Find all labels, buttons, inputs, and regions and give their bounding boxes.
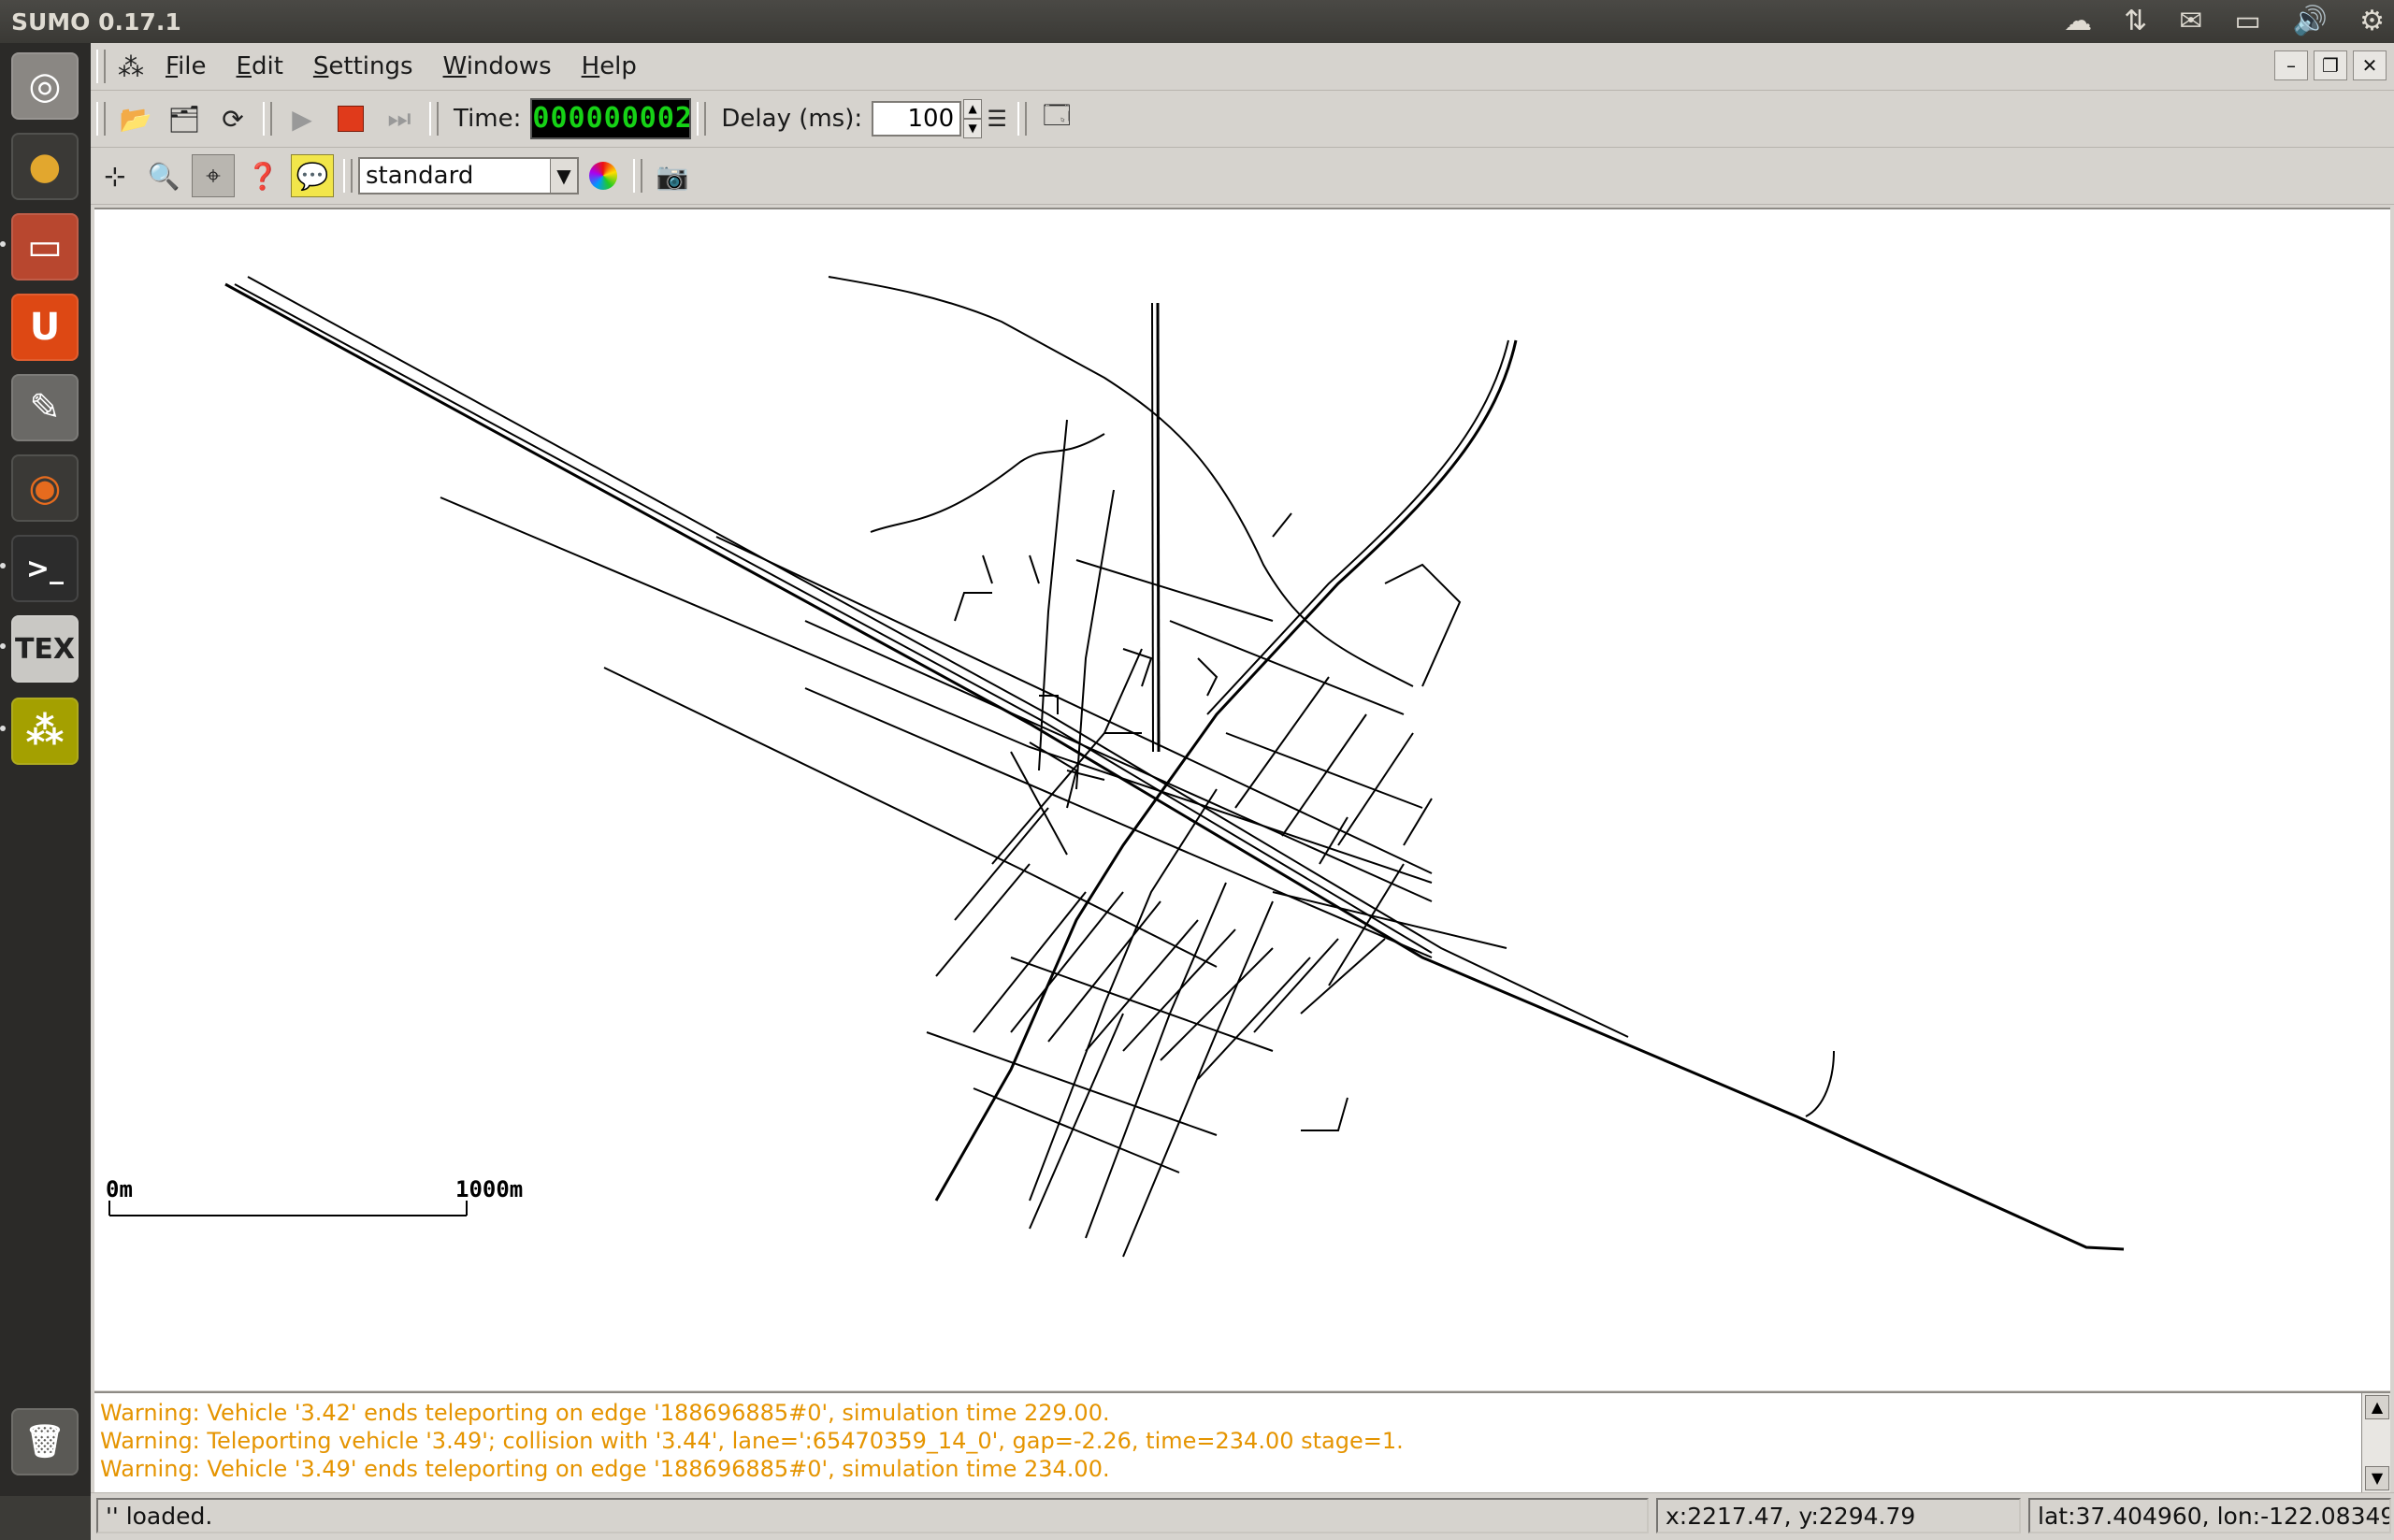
menu-settings[interactable]: Settings xyxy=(298,43,428,90)
firefox-icon[interactable]: ◉ xyxy=(11,454,79,522)
chrome-icon[interactable]: ● xyxy=(11,133,79,200)
network-view-canvas[interactable]: 0m 1000m xyxy=(94,208,2390,1390)
color-scheme-value: standard xyxy=(366,162,474,190)
screenshot-camera-icon[interactable]: 📷 xyxy=(652,155,693,196)
network-transfer-icon[interactable]: ⇅ xyxy=(2124,0,2147,43)
simulation-toolbar: 📂 🗂 ⟳ ▶ ⏭ Time: 00000000291 Delay (ms): … xyxy=(91,91,2394,148)
sumo-main-window: ⁂ File Edit Settings Windows Help – ❐ ✕ … xyxy=(91,43,2394,1540)
dash-home-icon[interactable]: ◎ xyxy=(11,52,79,120)
road-network-map[interactable]: 0m 1000m xyxy=(94,209,2390,1390)
recenter-view-icon[interactable]: ⊹ xyxy=(94,155,136,196)
menu-windows[interactable]: Windows xyxy=(428,43,567,90)
restore-icon[interactable]: ❐ xyxy=(2314,50,2347,80)
new-view-icon[interactable]: 🗔 xyxy=(1036,98,1077,139)
delay-slider-icon[interactable]: ☰ xyxy=(986,98,1008,139)
reload-icon[interactable]: ⟳ xyxy=(212,98,253,139)
log-line: Warning: Vehicle '3.49' ends teleporting… xyxy=(100,1456,1110,1482)
ubuntu-one-icon[interactable]: ☁ xyxy=(2064,0,2092,43)
cursor-latlon-readout: lat:37.404960, lon:-122.08349 xyxy=(2028,1498,2391,1533)
toolbar-grip[interactable] xyxy=(697,102,707,136)
status-message: '' loaded. xyxy=(96,1498,1649,1533)
minimize-icon[interactable]: – xyxy=(2274,50,2308,80)
delay-label: Delay (ms): xyxy=(721,105,863,133)
delay-input[interactable] xyxy=(872,101,962,137)
menu-file[interactable]: File xyxy=(151,43,222,90)
volume-icon[interactable]: 🔊 xyxy=(2293,0,2328,43)
terminal-icon[interactable]: >_ xyxy=(11,535,79,602)
time-display: 00000000291 xyxy=(530,98,692,139)
cursor-xy-readout: x:2217.47, y:2294.79 xyxy=(1656,1498,2021,1533)
tooltip-toggle-icon[interactable]: 💬 xyxy=(291,154,334,197)
scroll-down-icon[interactable]: ▼ xyxy=(2365,1466,2389,1490)
mdi-window-controls: – ❐ ✕ xyxy=(2274,50,2387,80)
close-icon[interactable]: ✕ xyxy=(2353,50,2387,80)
delay-spinner[interactable]: ▲ ▼ xyxy=(963,99,983,138)
log-line: Warning: Vehicle '3.42' ends teleporting… xyxy=(100,1400,1110,1426)
statusbar: '' loaded. x:2217.47, y:2294.79 lat:37.4… xyxy=(91,1492,2394,1540)
sumo-app-icon: ⁂ xyxy=(118,50,144,82)
toolbar-grip[interactable] xyxy=(343,159,353,193)
mail-icon[interactable]: ✉ xyxy=(2179,0,2202,43)
color-scheme-select[interactable]: standard ▼ xyxy=(358,157,579,194)
message-log[interactable]: Warning: Vehicle '3.42' ends teleporting… xyxy=(94,1391,2390,1492)
texmaker-icon[interactable]: TEX xyxy=(11,615,79,683)
select-cursor-icon[interactable]: ⌖ xyxy=(192,154,235,197)
locate-icon[interactable]: 🔍 xyxy=(143,155,184,196)
menu-edit[interactable]: Edit xyxy=(222,43,298,90)
menu-help[interactable]: Help xyxy=(567,43,652,90)
toolbar-grip[interactable] xyxy=(263,102,272,136)
view-toolbar: ⊹ 🔍 ⌖ ❓ 💬 standard ▼ 📷 xyxy=(91,148,2394,205)
running-indicator xyxy=(0,563,6,569)
files-icon[interactable]: ▭ xyxy=(11,213,79,281)
running-indicator xyxy=(0,241,6,247)
step-icon[interactable]: ⏭ xyxy=(379,98,420,139)
chevron-down-icon[interactable]: ▼ xyxy=(550,159,577,193)
scale-start-label: 0m xyxy=(106,1176,133,1202)
time-label: Time: xyxy=(454,105,522,133)
scale-end-label: 1000m xyxy=(455,1176,523,1202)
stop-icon[interactable] xyxy=(330,98,371,139)
system-settings-icon[interactable]: ✎ xyxy=(11,374,79,441)
play-icon[interactable]: ▶ xyxy=(281,98,323,139)
spinner-up-icon[interactable]: ▲ xyxy=(963,99,983,119)
color-wheel-icon[interactable] xyxy=(583,155,624,196)
running-indicator xyxy=(0,643,6,649)
unity-launcher: ◎ ● ▭ U ✎ ◉ >_ TEX ⁂ 🗑 xyxy=(0,43,92,1496)
window-app-title: SUMO 0.17.1 xyxy=(11,7,181,36)
toolbar-grip[interactable] xyxy=(429,102,439,136)
log-line: Warning: Teleporting vehicle '3.49'; col… xyxy=(100,1428,1404,1454)
scale-bar: 0m 1000m xyxy=(106,1176,523,1216)
breakpoint-icon[interactable]: ❓ xyxy=(242,155,283,196)
scroll-up-icon[interactable]: ▲ xyxy=(2365,1395,2389,1419)
toolbar-grip[interactable] xyxy=(633,159,642,193)
log-scrollbar[interactable]: ▲ ▼ xyxy=(2361,1393,2390,1492)
trash-icon[interactable]: 🗑 xyxy=(11,1408,79,1475)
running-indicator xyxy=(0,726,6,731)
menubar: ⁂ File Edit Settings Windows Help – ❐ ✕ xyxy=(91,43,2394,91)
battery-icon[interactable]: ▭ xyxy=(2234,0,2260,43)
toolbar-grip[interactable] xyxy=(1017,102,1028,136)
sumo-gui-icon[interactable]: ⁂ xyxy=(11,698,79,765)
settings-gear-icon[interactable]: ⚙ xyxy=(2359,0,2385,43)
toolbar-grip[interactable] xyxy=(96,50,106,83)
ubuntu-software-icon[interactable]: U xyxy=(11,294,79,361)
system-tray: ☁ ⇅ ✉ ▭ 🔊 ⚙ xyxy=(2064,0,2385,43)
open-network-icon[interactable]: 🗂 xyxy=(164,98,205,139)
toolbar-grip[interactable] xyxy=(96,102,106,136)
spinner-down-icon[interactable]: ▼ xyxy=(963,119,983,138)
top-panel: SUMO 0.17.1 ☁ ⇅ ✉ ▭ 🔊 ⚙ xyxy=(0,0,2394,43)
road-edges xyxy=(224,276,2125,1258)
open-folder-icon[interactable]: 📂 xyxy=(115,98,156,139)
